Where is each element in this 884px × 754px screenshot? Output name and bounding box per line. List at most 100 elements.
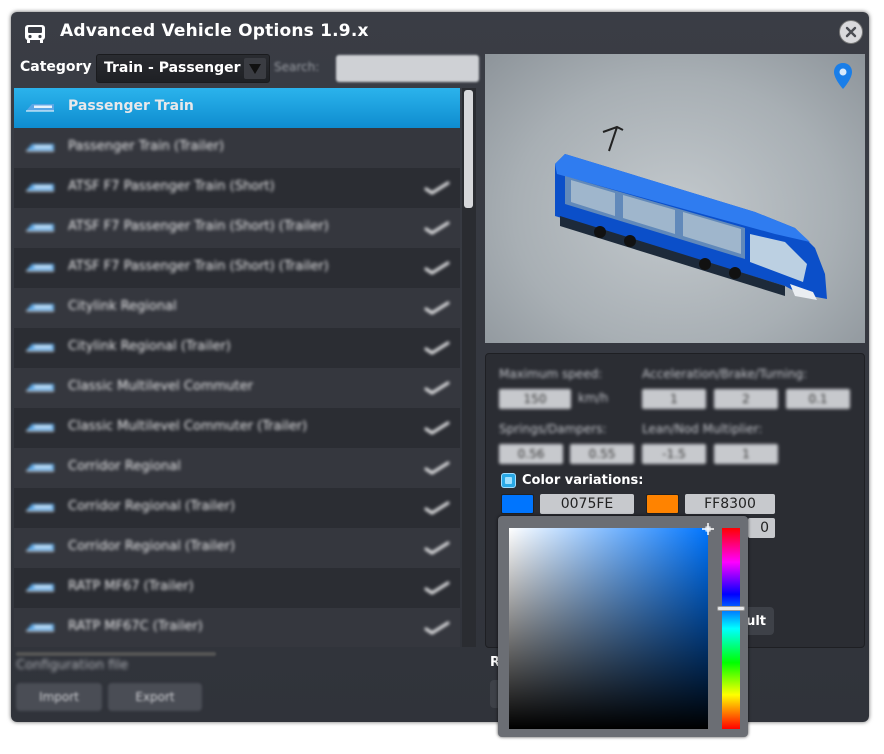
train-icon xyxy=(26,304,54,312)
hue-slider[interactable] xyxy=(722,528,740,729)
brake-field[interactable]: 2 xyxy=(714,389,778,409)
color3-hex-field[interactable]: 0 xyxy=(748,518,775,538)
turning-field[interactable]: 0.1 xyxy=(786,389,850,409)
checkmark-icon[interactable] xyxy=(424,461,450,475)
train-icon xyxy=(26,544,54,552)
vehicle-list-item[interactable]: Corridor Regional (Trailer) xyxy=(14,528,460,568)
vehicle-list-item[interactable]: RATP MF67 (Trailer) xyxy=(14,568,460,608)
vehicle-list-item[interactable]: ATSF F7 Passenger Train (Short) (Trailer… xyxy=(14,248,460,288)
vehicle-list-item-label: Citylink Regional (Trailer) xyxy=(68,339,231,354)
crosshair-icon[interactable] xyxy=(702,523,714,535)
vehicle-list-item-label: ATSF F7 Passenger Train (Short) (Trailer… xyxy=(68,259,329,274)
train-icon xyxy=(26,264,54,272)
list-footer-divider xyxy=(16,652,216,656)
color-variations-checkbox[interactable] xyxy=(501,473,516,488)
vehicle-list-item[interactable]: ATSF F7 Passenger Train (Short) xyxy=(14,168,460,208)
checkmark-icon[interactable] xyxy=(424,381,450,395)
train-icon xyxy=(26,224,54,232)
train-icon xyxy=(26,504,54,512)
color1-hex-field[interactable]: 0075FE xyxy=(540,494,634,514)
checkmark-icon[interactable] xyxy=(424,261,450,275)
vehicle-preview[interactable] xyxy=(485,54,865,343)
title-bar[interactable]: Advanced Vehicle Options 1.9.x xyxy=(11,12,869,52)
checkmark-icon[interactable] xyxy=(424,221,450,235)
train-icon xyxy=(26,144,54,152)
category-label: Category : xyxy=(20,59,103,75)
train-model-image xyxy=(555,125,827,300)
window-title: Advanced Vehicle Options 1.9.x xyxy=(60,21,369,41)
checkmark-icon[interactable] xyxy=(424,341,450,355)
vehicle-list: Passenger Train Passenger Train (Trailer)… xyxy=(14,88,460,647)
vehicle-list-item-label: Citylink Regional xyxy=(68,299,177,314)
vehicle-list-item-label: Corridor Regional xyxy=(68,459,181,474)
lean-field[interactable]: -1.5 xyxy=(642,444,706,464)
vehicle-list-item-label: Classic Multilevel Commuter (Trailer) xyxy=(68,419,308,434)
vehicle-list-item[interactable]: Corridor Regional (Trailer) xyxy=(14,488,460,528)
vehicle-list-item-label: Corridor Regional (Trailer) xyxy=(68,539,236,554)
color-picker-popup xyxy=(498,516,748,737)
acceleration-field[interactable]: 1 xyxy=(642,389,706,409)
checkmark-icon[interactable] xyxy=(424,421,450,435)
vehicle-list-item[interactable]: Classic Multilevel Commuter xyxy=(14,368,460,408)
vehicle-list-item-label: ATSF F7 Passenger Train (Short) (Trailer… xyxy=(68,219,329,234)
search-label: Search: xyxy=(274,60,320,74)
acceleration-label: Acceleration/Brake/Turning: xyxy=(642,367,808,381)
checkmark-icon[interactable] xyxy=(424,301,450,315)
vehicle-list-item[interactable]: Classic Multilevel Commuter (Trailer) xyxy=(14,408,460,448)
vehicle-list-item[interactable]: Citylink Regional (Trailer) xyxy=(14,328,460,368)
train-icon xyxy=(26,104,54,112)
dampers-field[interactable]: 0.55 xyxy=(570,444,634,464)
color2-swatch[interactable] xyxy=(646,494,679,514)
category-value: Train - Passenger xyxy=(104,60,241,76)
vehicle-list-item-label: Passenger Train xyxy=(68,98,194,114)
train-icon xyxy=(26,424,54,432)
checkmark-icon[interactable] xyxy=(424,621,450,635)
location-pin-icon[interactable] xyxy=(833,62,853,90)
configuration-label: Configuration file xyxy=(16,658,129,673)
vehicle-list-item-label: Passenger Train (Trailer) xyxy=(68,139,225,154)
checkmark-icon[interactable] xyxy=(424,181,450,195)
vehicle-list-item-label: Corridor Regional (Trailer) xyxy=(68,499,236,514)
train-icon xyxy=(26,184,54,192)
train-icon xyxy=(26,344,54,352)
train-icon xyxy=(26,384,54,392)
vehicle-list-item-label: Classic Multilevel Commuter xyxy=(68,379,253,394)
train-icon xyxy=(26,624,54,632)
close-button[interactable] xyxy=(839,20,863,44)
scrollbar-thumb[interactable] xyxy=(464,90,473,208)
max-speed-unit: km/h xyxy=(578,391,609,405)
export-button[interactable]: Export xyxy=(108,683,202,711)
search-input[interactable] xyxy=(336,55,479,82)
lean-nod-label: Lean/Nod Multiplier: xyxy=(642,422,763,436)
import-button[interactable]: Import xyxy=(16,683,102,711)
category-dropdown[interactable]: Train - Passenger xyxy=(96,54,270,83)
vehicle-list-item[interactable]: RATP MF67C (Trailer) xyxy=(14,608,460,647)
checkmark-icon[interactable] xyxy=(424,541,450,555)
color1-swatch[interactable] xyxy=(501,494,534,514)
train-icon xyxy=(26,584,54,592)
springs-dampers-label: Springs/Dampers: xyxy=(499,422,607,436)
vehicle-list-item[interactable]: ATSF F7 Passenger Train (Short) (Trailer… xyxy=(14,208,460,248)
nod-field[interactable]: 1 xyxy=(714,444,778,464)
vehicle-list-item[interactable]: Passenger Train (Trailer) xyxy=(14,128,460,168)
saturation-value-area[interactable] xyxy=(509,528,708,729)
checkmark-icon[interactable] xyxy=(424,581,450,595)
vehicle-list-item[interactable]: Corridor Regional xyxy=(14,448,460,488)
hue-slider-handle[interactable] xyxy=(717,606,745,611)
vehicle-icon xyxy=(25,25,45,43)
max-speed-label: Maximum speed: xyxy=(499,367,603,381)
color-variations-label: Color variations: xyxy=(522,473,644,488)
vehicle-list-scrollbar[interactable] xyxy=(462,88,476,647)
train-icon xyxy=(26,464,54,472)
vehicle-list-item-label: RATP MF67C (Trailer) xyxy=(68,619,203,634)
checkmark-icon[interactable] xyxy=(424,501,450,515)
springs-field[interactable]: 0.56 xyxy=(499,444,563,464)
vehicle-list-item-label: RATP MF67 (Trailer) xyxy=(68,579,194,594)
vehicle-list-item-label: ATSF F7 Passenger Train (Short) xyxy=(68,179,275,194)
close-icon xyxy=(845,26,857,38)
vehicle-list-item[interactable]: Passenger Train xyxy=(14,88,460,128)
max-speed-field[interactable]: 150 xyxy=(499,389,571,409)
color2-hex-field[interactable]: FF8300 xyxy=(685,494,775,514)
vehicle-list-item[interactable]: Citylink Regional xyxy=(14,288,460,328)
chevron-down-icon xyxy=(244,58,266,79)
